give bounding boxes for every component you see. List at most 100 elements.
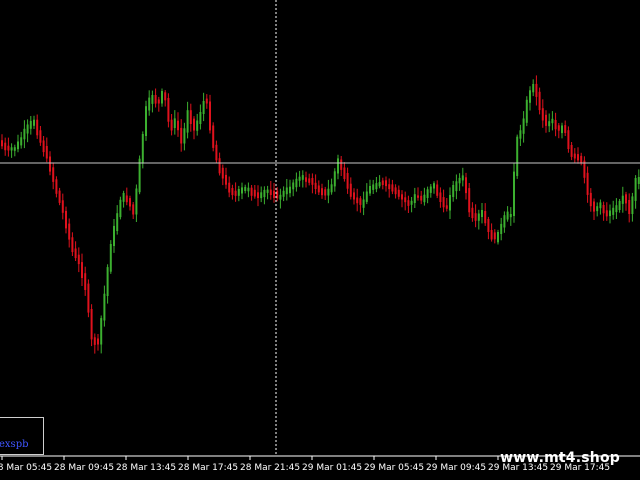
candle-body <box>311 178 314 185</box>
candle-body <box>177 120 179 131</box>
candle-body <box>381 180 384 185</box>
candle-body <box>327 188 330 196</box>
candle-body <box>263 189 266 198</box>
candle-body <box>55 179 58 194</box>
candle-body <box>465 177 467 194</box>
candle-body <box>474 213 477 221</box>
candle-body <box>500 223 503 234</box>
price-chart[interactable]: 28 Mar 05:4528 Mar 09:4528 Mar 13:4528 M… <box>0 0 640 480</box>
candle-body <box>321 188 323 196</box>
candle-body <box>615 205 618 213</box>
candle-body <box>157 99 160 104</box>
candle-body <box>93 337 96 345</box>
candle-body <box>103 293 106 321</box>
candle-body <box>593 201 595 212</box>
candle-body <box>234 190 237 196</box>
candle-body <box>285 187 288 195</box>
candle-body <box>455 181 458 192</box>
candle-body <box>282 190 285 197</box>
candle-body <box>247 187 250 192</box>
candle-body <box>20 137 23 146</box>
candle-body <box>45 146 48 159</box>
indicator-label: exspb <box>0 439 29 450</box>
candle-body <box>468 188 471 213</box>
candle-body <box>36 119 39 136</box>
candle-body <box>484 211 487 224</box>
candle-body <box>330 184 333 193</box>
candle-body <box>241 187 243 194</box>
candle-body <box>621 195 624 204</box>
candle-body <box>42 140 45 153</box>
candle-body <box>289 186 291 194</box>
candle-body <box>250 187 253 196</box>
candle-body <box>356 197 359 204</box>
candle-body <box>129 198 131 207</box>
candle-body <box>212 125 215 148</box>
candle-body <box>164 92 167 101</box>
candle-body <box>202 101 205 114</box>
candle-body <box>605 210 608 217</box>
candle-body <box>404 197 407 203</box>
candle-body <box>551 118 554 124</box>
candle-body <box>410 200 413 205</box>
candle-body <box>90 309 93 340</box>
candle-body <box>612 207 615 215</box>
candle-body <box>314 182 317 189</box>
candle-body <box>84 273 87 290</box>
candle-body <box>525 99 528 123</box>
candle-body <box>445 205 448 209</box>
candle-body <box>573 153 576 159</box>
candle-body <box>29 120 32 129</box>
candle-body <box>77 254 80 265</box>
candle-body <box>292 182 295 190</box>
candle-body <box>132 204 135 215</box>
candle-body <box>279 194 282 200</box>
candle-body <box>493 232 496 240</box>
candle-body <box>81 262 83 278</box>
candle-body <box>125 195 128 203</box>
candle-body <box>308 178 311 183</box>
candle-body <box>58 190 61 203</box>
x-tick-label: 29 Mar 05:45 <box>364 463 424 473</box>
candle-body <box>609 210 611 217</box>
candle-body <box>33 119 35 126</box>
candle-body <box>87 283 90 313</box>
candle-body <box>340 159 343 170</box>
candle-body <box>253 189 256 197</box>
candle-body <box>61 200 64 213</box>
candle-body <box>205 98 208 104</box>
candle-body <box>461 175 464 181</box>
candle-body <box>106 267 109 296</box>
candle-body <box>148 97 151 111</box>
candle-body <box>458 177 461 184</box>
candle-body <box>618 201 621 210</box>
candle-body <box>548 121 551 127</box>
candle-body <box>266 189 269 193</box>
candle-body <box>487 219 490 232</box>
x-tick-label: 28 Mar 09:45 <box>54 463 114 473</box>
candle-body <box>23 128 26 140</box>
candle-body <box>471 207 474 219</box>
x-tick-label: 29 Mar 01:45 <box>302 463 362 473</box>
candle-body <box>109 244 112 272</box>
candle-body <box>10 147 13 151</box>
candle-body <box>209 101 211 131</box>
candle-body <box>388 184 391 190</box>
candle-body <box>391 184 394 192</box>
candle-body <box>218 158 221 174</box>
candle-body <box>298 176 301 181</box>
candle-body <box>305 177 307 182</box>
candle-body <box>228 182 231 193</box>
candle-body <box>420 195 423 201</box>
candle-body <box>554 120 557 130</box>
candle-body <box>449 195 451 211</box>
candle-body <box>362 199 365 208</box>
candle-body <box>180 127 183 144</box>
x-tick-label: 28 Mar 13:45 <box>116 463 176 473</box>
candle-body <box>557 125 560 131</box>
candle-body <box>237 189 240 196</box>
candle-body <box>170 119 173 131</box>
candle-body <box>596 206 599 212</box>
candle-body <box>74 248 77 259</box>
x-tick-label: 28 Mar 17:45 <box>178 463 238 473</box>
